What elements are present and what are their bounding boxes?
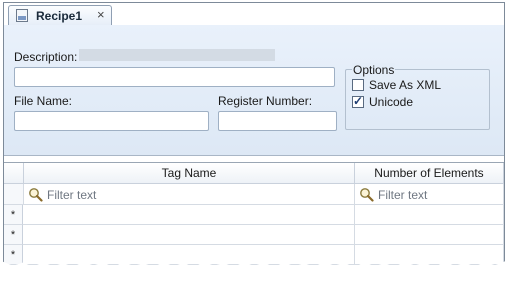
filter-row-header: [4, 184, 24, 205]
recipe-properties-panel: Description: File Name: Register Number:…: [4, 25, 504, 156]
file-name-input[interactable]: [15, 112, 208, 130]
save-as-xml-checkbox[interactable]: [352, 79, 364, 91]
tag-name-filter-placeholder: Filter text: [47, 188, 97, 202]
column-header-tag-name[interactable]: Tag Name: [24, 163, 355, 184]
recipe-editor-window: Recipe1 × Description: File Name: Regist…: [3, 2, 505, 268]
number-of-elements-filter[interactable]: Filter text: [355, 184, 504, 205]
description-field[interactable]: [14, 67, 335, 87]
recipe-tag-grid: Tag Name Number of Elements Filter text …: [4, 162, 504, 268]
table-row[interactable]: *: [4, 225, 504, 245]
description-input[interactable]: [15, 68, 334, 86]
file-name-label: File Name:: [14, 94, 73, 108]
register-number-label: Register Number:: [218, 94, 313, 108]
tag-name-cell[interactable]: [23, 205, 355, 225]
register-number-input[interactable]: [219, 112, 336, 130]
file-name-field[interactable]: [14, 111, 209, 131]
register-number-field[interactable]: [218, 111, 337, 131]
column-header-number-of-elements[interactable]: Number of Elements: [355, 163, 504, 184]
xml-document-icon: [16, 9, 28, 22]
tab-recipe1[interactable]: Recipe1 ×: [8, 5, 112, 25]
row-header-corner: [4, 163, 24, 184]
row-marker: *: [4, 245, 23, 265]
table-row[interactable]: *: [4, 205, 504, 225]
save-as-xml-label: Save As XML: [369, 78, 442, 92]
tab-title: Recipe1: [36, 9, 83, 23]
number-of-elements-cell[interactable]: [355, 245, 504, 265]
search-icon: [360, 188, 374, 202]
number-of-elements-filter-placeholder: Filter text: [378, 188, 428, 202]
row-marker: *: [4, 205, 23, 225]
unicode-label: Unicode: [369, 95, 414, 109]
row-marker: *: [4, 225, 23, 245]
number-of-elements-cell[interactable]: [355, 205, 504, 225]
description-label: Description:: [14, 50, 78, 64]
close-icon[interactable]: ×: [97, 7, 105, 22]
table-row[interactable]: *: [4, 245, 504, 265]
tag-name-filter[interactable]: Filter text: [24, 184, 355, 205]
description-label-highlight: [79, 49, 275, 61]
options-title: Options: [352, 63, 396, 77]
tag-name-cell[interactable]: [23, 245, 355, 265]
unicode-checkbox[interactable]: [352, 94, 364, 108]
number-of-elements-cell[interactable]: [355, 225, 504, 245]
search-icon: [29, 188, 43, 202]
tab-strip: Recipe1 ×: [4, 3, 504, 26]
tag-name-cell[interactable]: [23, 225, 355, 245]
